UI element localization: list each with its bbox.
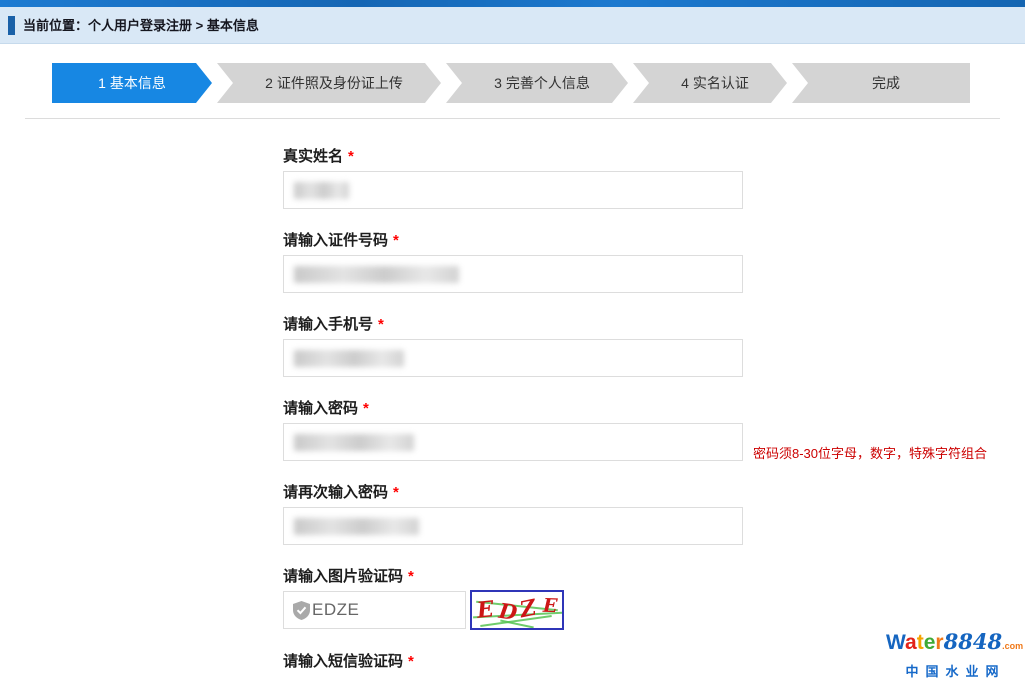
field-id-number: 请输入证件号码* [283, 229, 753, 293]
logo-letter: r [935, 631, 943, 654]
logo-letter: a [905, 631, 917, 654]
field-password-confirm: 请再次输入密码* [283, 481, 753, 545]
captcha-char: E [543, 595, 558, 617]
password-confirm-input[interactable] [283, 507, 743, 545]
logo-letter: W [886, 631, 905, 654]
id-number-label: 请输入证件号码* [283, 229, 753, 245]
logo-tld: .com [1002, 641, 1023, 651]
field-password: 请输入密码* [283, 397, 753, 461]
real-name-label: 真实姓名* [283, 145, 753, 161]
captcha-image[interactable]: E D Z E [470, 590, 564, 630]
required-asterisk: * [363, 400, 369, 417]
captcha-char: E [476, 596, 495, 624]
field-sms-code: 请输入短信验证码* [283, 650, 753, 666]
password-label: 请输入密码* [283, 397, 753, 413]
password-rule-hint: 密码须8-30位字母，数字，特殊字符组合 [753, 443, 987, 462]
field-image-captcha: 请输入图片验证码* EDZE E D Z E [283, 565, 753, 630]
redacted-value [294, 434, 414, 451]
captcha-typed-value: EDZE [312, 600, 359, 620]
breadcrumb: 当前位置：个人用户登录注册 > 基本信息 [23, 7, 259, 44]
wizard-step-personal-info: 3 完善个人信息 [446, 63, 628, 103]
redacted-value [294, 266, 459, 283]
required-asterisk: * [408, 653, 414, 670]
captcha-row: EDZE E D Z E [283, 591, 753, 630]
breadcrumb-bar: 当前位置：个人用户登录注册 > 基本信息 [0, 7, 1025, 44]
id-number-input[interactable] [283, 255, 743, 293]
wizard-step-id-upload: 2 证件照及身份证上传 [217, 63, 441, 103]
phone-label: 请输入手机号* [283, 313, 753, 329]
real-name-input[interactable] [283, 171, 743, 209]
redacted-value [294, 518, 419, 535]
captcha-char: D [497, 598, 519, 625]
wizard-step-realname-auth: 4 实名认证 [633, 63, 787, 103]
section-divider [25, 118, 1000, 119]
wizard-step-done: 完成 [792, 63, 970, 103]
wizard-step-basic-info: 1 基本信息 [52, 63, 212, 103]
water8848-logo: Water8848.com 中国水业网 [886, 631, 1018, 680]
registration-form: 真实姓名* 请输入证件号码* 请输入手机号* 请输入密码* 请再次输入密码* [283, 145, 753, 686]
image-captcha-label: 请输入图片验证码* [283, 565, 753, 581]
field-real-name: 真实姓名* [283, 145, 753, 209]
field-phone: 请输入手机号* [283, 313, 753, 377]
logo-letter: t [917, 631, 924, 654]
required-asterisk: * [378, 316, 384, 333]
logo-number: 8848 [944, 629, 1002, 654]
phone-input[interactable] [283, 339, 743, 377]
registration-page: 当前位置：个人用户登录注册 > 基本信息 1 基本信息 2 证件照及身份证上传 … [0, 0, 1025, 686]
password-confirm-label: 请再次输入密码* [283, 481, 753, 497]
password-input[interactable] [283, 423, 743, 461]
required-asterisk: * [348, 148, 354, 165]
logo-subtitle: 中国水业网 [886, 661, 1018, 680]
step-wizard: 1 基本信息 2 证件照及身份证上传 3 完善个人信息 4 实名认证 完成 [52, 63, 970, 103]
redacted-value [294, 182, 349, 199]
image-captcha-input[interactable]: EDZE [283, 591, 466, 629]
required-asterisk: * [393, 484, 399, 501]
top-accent-bar [0, 0, 1025, 7]
logo-letter: e [924, 631, 936, 654]
logo-wordmark: Water8848.com [886, 631, 1018, 657]
shield-check-icon [293, 601, 310, 620]
breadcrumb-accent-mark [8, 16, 15, 35]
redacted-value [294, 350, 404, 367]
required-asterisk: * [408, 568, 414, 585]
required-asterisk: * [393, 232, 399, 249]
sms-code-label: 请输入短信验证码* [283, 650, 753, 666]
